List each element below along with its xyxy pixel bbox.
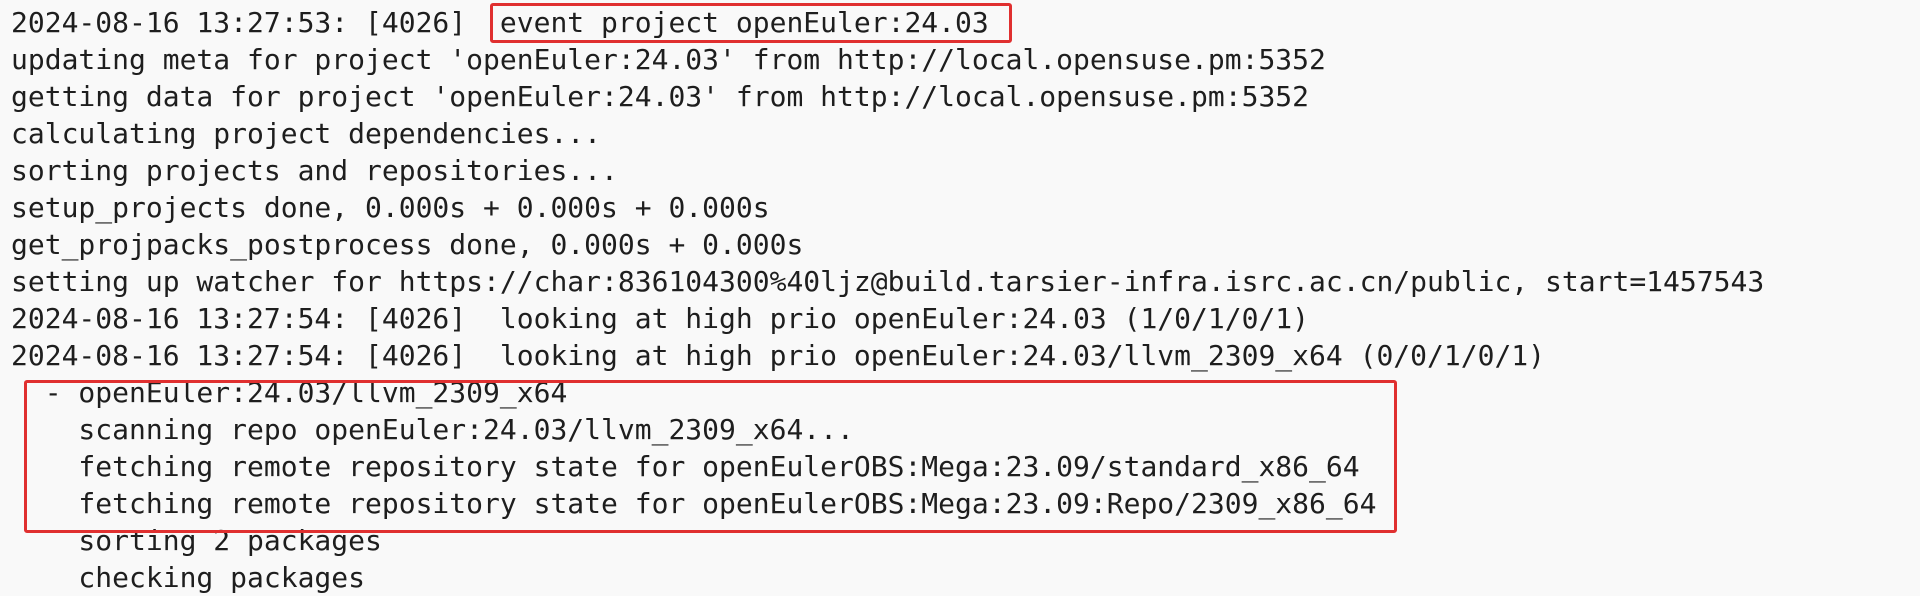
log-line: fetching remote repository state for ope… xyxy=(11,450,1360,483)
terminal-output[interactable]: 2024-08-16 13:27:53: [4026] event projec… xyxy=(0,0,1920,596)
log-line: updating meta for project 'openEuler:24.… xyxy=(11,43,1326,76)
log-line: 2024-08-16 13:27:54: [4026] looking at h… xyxy=(11,302,1310,335)
log-line: sorting 2 packages xyxy=(11,524,382,557)
log-line: - openEuler:24.03/llvm_2309_x64 xyxy=(11,376,568,409)
log-line: setting up watcher for https://char:8361… xyxy=(11,265,1765,298)
log-line: get_projpacks_postprocess done, 0.000s +… xyxy=(11,228,804,261)
log-line: scanning repo openEuler:24.03/llvm_2309_… xyxy=(11,413,854,446)
log-line: checking packages xyxy=(11,561,366,594)
log-line: setup_projects done, 0.000s + 0.000s + 0… xyxy=(11,191,770,224)
log-line: sorting projects and repositories... xyxy=(11,154,618,187)
log-line: 2024-08-16 13:27:53: [4026] event projec… xyxy=(11,6,989,39)
log-line: 2024-08-16 13:27:54: [4026] looking at h… xyxy=(11,339,1546,372)
log-line: calculating project dependencies... xyxy=(11,117,602,150)
log-line: fetching remote repository state for ope… xyxy=(11,487,1377,520)
log-line: getting data for project 'openEuler:24.0… xyxy=(11,80,1310,113)
